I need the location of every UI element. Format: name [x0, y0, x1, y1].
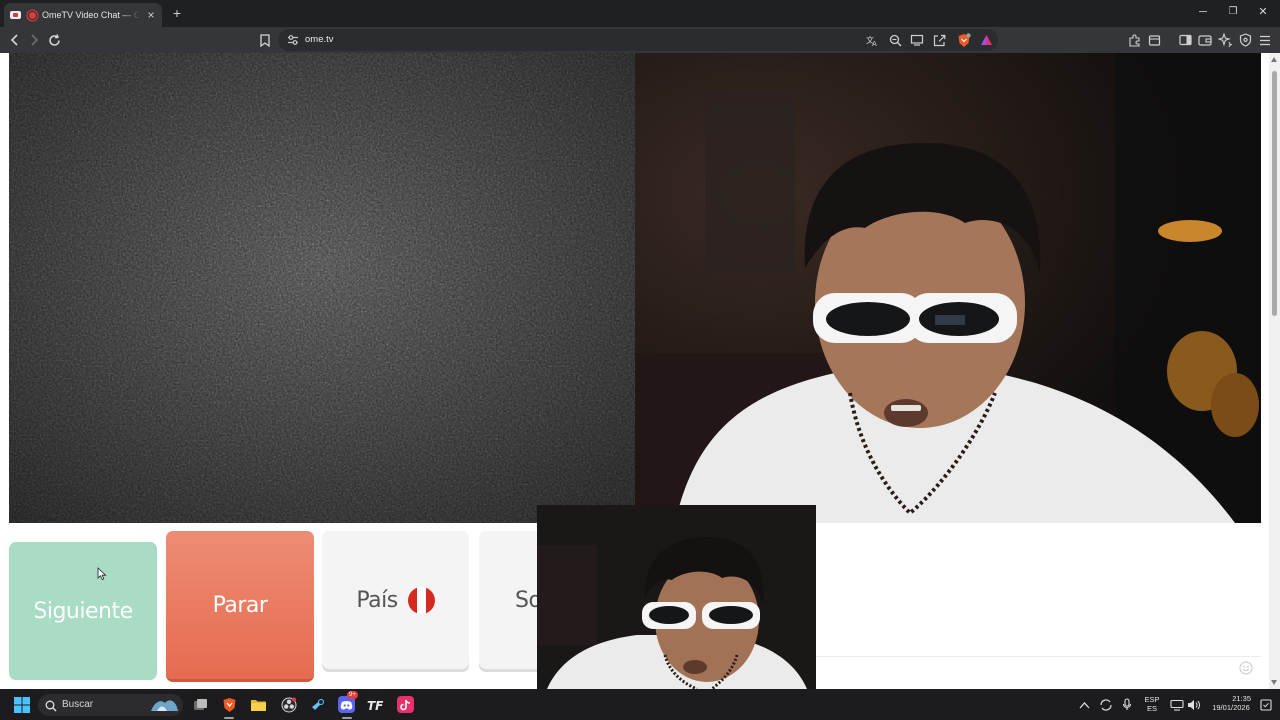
brave-rewards-icon[interactable]: [978, 32, 994, 48]
recording-indicator-icon: [29, 11, 36, 19]
microphone-icon[interactable]: [1118, 696, 1135, 713]
page-scrollbar[interactable]: [1269, 53, 1280, 689]
restore-button[interactable]: ❐: [1226, 5, 1240, 19]
url-text: ome.tv: [305, 34, 334, 45]
clock-date: 19/01/2026: [1212, 703, 1250, 712]
search-highlight-icon: [149, 697, 179, 718]
tab-search-icon[interactable]: [1146, 32, 1162, 48]
stop-label: Parar: [212, 592, 268, 618]
menu-icon[interactable]: [1257, 32, 1273, 48]
windows-taskbar: Buscar 9+ TF ESP ES 21:35 19/01/2026: [0, 689, 1280, 720]
tf-icon[interactable]: TF: [367, 696, 384, 713]
discord-badge: 9+: [347, 691, 358, 699]
file-explorer-icon[interactable]: [250, 696, 267, 713]
new-tab-button[interactable]: +: [170, 6, 184, 20]
volume-icon[interactable]: [1185, 696, 1202, 713]
tray-overflow-icon[interactable]: [1076, 696, 1093, 713]
chat-input[interactable]: [816, 656, 1261, 657]
steam-icon[interactable]: [309, 696, 326, 713]
scroll-up-icon[interactable]: [1271, 57, 1277, 62]
svg-text:A: A: [872, 40, 877, 47]
sidebar-icon[interactable]: [1177, 32, 1193, 48]
share-icon[interactable]: [931, 32, 947, 48]
search-icon: [45, 699, 57, 717]
stop-button[interactable]: Parar: [166, 531, 314, 679]
search-placeholder: Buscar: [62, 699, 94, 710]
clock-time: 21:35: [1232, 694, 1251, 703]
ometv-page: Siguiente Parar País So: [0, 53, 1280, 689]
brave-browser-icon[interactable]: [221, 696, 238, 713]
tiktok-icon[interactable]: [397, 696, 414, 713]
minimize-button[interactable]: ─: [1196, 5, 1210, 19]
cast-icon[interactable]: [909, 32, 925, 48]
flag-peru-icon: [407, 586, 435, 614]
emoji-icon[interactable]: [1239, 661, 1253, 675]
tab-title: OmeTV Video Chat — Omegle: [42, 10, 140, 20]
translate-icon[interactable]: 文A: [864, 32, 880, 48]
clock[interactable]: 21:35 19/01/2026: [1205, 694, 1257, 712]
mouse-cursor-icon: [97, 567, 107, 581]
chat-panel: [816, 523, 1261, 689]
country-button[interactable]: País: [322, 531, 469, 669]
sync-tray-icon[interactable]: [1097, 696, 1114, 713]
zoom-icon[interactable]: [887, 32, 903, 48]
leo-ai-icon[interactable]: [1217, 32, 1233, 48]
ometv-favicon-icon: [10, 11, 21, 19]
tab-ometv[interactable]: OmeTV Video Chat — Omegle ×: [4, 3, 162, 27]
svg-text:TF: TF: [367, 699, 384, 712]
language-line-1: ESP: [1144, 695, 1160, 704]
vpn-icon[interactable]: [1237, 32, 1253, 48]
extensions-icon[interactable]: [1126, 32, 1142, 48]
scrollbar-thumb[interactable]: [1272, 71, 1277, 316]
site-settings-icon[interactable]: [286, 33, 300, 47]
obs-icon[interactable]: [280, 696, 297, 713]
self-preview-video: [537, 505, 816, 689]
browser-toolbar: ome.tv 文A: [0, 27, 1280, 53]
back-icon[interactable]: [7, 32, 23, 48]
tab-strip: OmeTV Video Chat — Omegle × + ─ ❐ ✕: [0, 0, 1280, 27]
language-line-2: ES: [1146, 704, 1157, 713]
brave-active-indicator: [224, 717, 234, 719]
tab-close-icon[interactable]: ×: [146, 9, 156, 21]
task-view-icon[interactable]: [192, 696, 209, 713]
brave-shields-icon[interactable]: [956, 32, 972, 48]
forward-icon[interactable]: [26, 32, 42, 48]
next-button[interactable]: Siguiente: [9, 542, 157, 680]
discord-active-indicator: [342, 717, 352, 719]
address-bar[interactable]: ome.tv 文A: [278, 29, 998, 51]
webcam-video: [635, 53, 1261, 523]
window-close-button[interactable]: ✕: [1256, 5, 1270, 19]
taskbar-search-box[interactable]: Buscar: [38, 694, 183, 716]
bookmark-icon[interactable]: [257, 32, 273, 48]
notifications-icon[interactable]: [1257, 696, 1274, 713]
scroll-down-icon[interactable]: [1271, 680, 1277, 685]
language-indicator[interactable]: ESP ES: [1140, 695, 1164, 713]
screen: { "browser": { "tab": { "title": "OmeTV …: [0, 0, 1280, 720]
stranger-video: [9, 53, 635, 523]
wallet-icon[interactable]: [1197, 32, 1213, 48]
country-label: País: [356, 587, 398, 613]
network-icon[interactable]: [1168, 696, 1185, 713]
next-label: Siguiente: [33, 598, 133, 624]
windows-start-icon[interactable]: [13, 696, 30, 713]
reload-icon[interactable]: [46, 32, 62, 48]
